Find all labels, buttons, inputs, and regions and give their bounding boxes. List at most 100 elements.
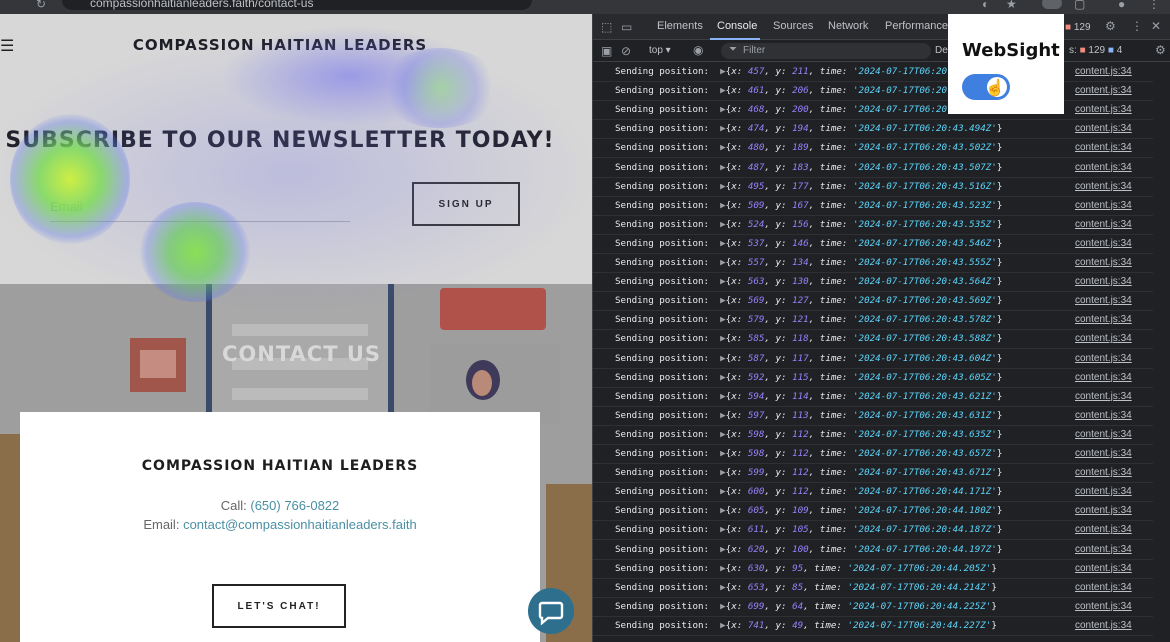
site-brand[interactable]: COMPASSION HAITIAN LEADERS bbox=[0, 36, 560, 54]
log-object[interactable]: {x: 579, y: 121, time: '2024-07-17T06:20… bbox=[726, 314, 1003, 325]
browser-menu-icon[interactable]: ⋮ bbox=[1148, 0, 1160, 11]
profile-avatar[interactable] bbox=[1042, 0, 1062, 9]
log-source-link[interactable]: content.js:34 bbox=[1075, 464, 1132, 482]
tab-console[interactable]: Console bbox=[717, 20, 757, 32]
log-object[interactable]: {x: 620, y: 100, time: '2024-07-17T06:20… bbox=[726, 544, 1003, 555]
log-source-link[interactable]: content.js:34 bbox=[1075, 197, 1132, 215]
log-source-link[interactable]: content.js:34 bbox=[1075, 483, 1132, 501]
log-source-link[interactable]: content.js:34 bbox=[1075, 139, 1132, 157]
errors-badge[interactable]: ■ 129 bbox=[1065, 22, 1091, 33]
filter-placeholder: Filter bbox=[743, 45, 766, 56]
context-selector[interactable]: top ▾ bbox=[649, 45, 671, 56]
log-source-link[interactable]: content.js:34 bbox=[1075, 159, 1132, 177]
log-source-link[interactable]: content.js:34 bbox=[1075, 521, 1132, 539]
log-object[interactable]: {x: 741, y: 49, time: '2024-07-17T06:20:… bbox=[726, 620, 997, 631]
log-object[interactable]: {x: 557, y: 134, time: '2024-07-17T06:20… bbox=[726, 257, 1003, 268]
log-object[interactable]: {x: 600, y: 112, time: '2024-07-17T06:20… bbox=[726, 486, 1003, 497]
log-source-link[interactable]: content.js:34 bbox=[1075, 541, 1132, 559]
log-object[interactable]: {x: 699, y: 64, time: '2024-07-17T06:20:… bbox=[726, 601, 997, 612]
clear-console-icon[interactable]: ⊘ bbox=[621, 44, 631, 58]
log-source-link[interactable]: content.js:34 bbox=[1075, 445, 1132, 463]
console-log-row: Sending position: ▶{x: 592, y: 115, time… bbox=[593, 369, 1153, 388]
log-object[interactable]: {x: 569, y: 127, time: '2024-07-17T06:20… bbox=[726, 295, 1003, 306]
newsletter-email-input[interactable] bbox=[50, 192, 350, 222]
log-object[interactable]: {x: 599, y: 112, time: '2024-07-17T06:20… bbox=[726, 467, 1003, 478]
log-object[interactable]: {x: 457, y: 211, time: '2024-07-17T06:20… bbox=[726, 66, 975, 77]
log-object[interactable]: {x: 598, y: 112, time: '2024-07-17T06:20… bbox=[726, 448, 1003, 459]
more-options-icon[interactable]: ⋮ bbox=[1131, 19, 1143, 33]
log-source-link[interactable]: content.js:34 bbox=[1075, 330, 1132, 348]
address-bar[interactable]: compassionhaitianleaders.faith/contact-u… bbox=[62, 0, 532, 10]
log-source-link[interactable]: content.js:34 bbox=[1075, 82, 1132, 100]
tab-elements[interactable]: Elements bbox=[657, 20, 703, 32]
log-source-link[interactable]: content.js:34 bbox=[1075, 388, 1132, 406]
close-devtools-icon[interactable]: ✕ bbox=[1151, 19, 1161, 33]
log-object[interactable]: {x: 495, y: 177, time: '2024-07-17T06:20… bbox=[726, 181, 1003, 192]
log-object[interactable]: {x: 474, y: 194, time: '2024-07-17T06:20… bbox=[726, 123, 1003, 134]
log-object[interactable]: {x: 605, y: 109, time: '2024-07-17T06:20… bbox=[726, 505, 1003, 516]
log-source-link[interactable]: content.js:34 bbox=[1075, 369, 1132, 387]
reload-icon[interactable]: ↻ bbox=[36, 0, 46, 11]
settings-gear-icon[interactable]: ⚙ bbox=[1105, 19, 1116, 33]
device-toolbar-icon[interactable]: ▭ bbox=[621, 20, 632, 34]
log-source-link[interactable]: content.js:34 bbox=[1075, 273, 1132, 291]
log-object[interactable]: {x: 630, y: 95, time: '2024-07-17T06:20:… bbox=[726, 563, 997, 574]
log-message: Sending position: ▶{x: 605, y: 109, time… bbox=[615, 502, 1002, 520]
sign-up-button[interactable]: SIGN UP bbox=[412, 182, 520, 226]
tab-sources[interactable]: Sources bbox=[773, 20, 813, 32]
extension-icon[interactable]: ◐ bbox=[982, 0, 989, 11]
inspect-element-icon[interactable]: ⬚ bbox=[601, 20, 612, 34]
log-source-link[interactable]: content.js:34 bbox=[1075, 101, 1132, 119]
live-expression-eye-icon[interactable]: ◉ bbox=[693, 43, 703, 57]
log-object[interactable]: {x: 537, y: 146, time: '2024-07-17T06:20… bbox=[726, 238, 1003, 249]
sidebar-toggle-icon[interactable]: ▣ bbox=[601, 44, 612, 58]
log-object[interactable]: {x: 468, y: 200, time: '2024-07-17T06:20… bbox=[726, 104, 975, 115]
bookmark-star-icon[interactable]: ★ bbox=[1006, 0, 1017, 11]
default-levels-dropdown[interactable]: De bbox=[935, 45, 948, 56]
console-settings-icon[interactable]: ⚙ bbox=[1155, 43, 1166, 57]
email-link[interactable]: contact@compassionhaitianleaders.faith bbox=[183, 517, 417, 532]
log-object[interactable]: {x: 524, y: 156, time: '2024-07-17T06:20… bbox=[726, 219, 1003, 230]
log-object[interactable]: {x: 594, y: 114, time: '2024-07-17T06:20… bbox=[726, 391, 1003, 402]
log-source-link[interactable]: content.js:34 bbox=[1075, 579, 1132, 597]
phone-link[interactable]: (650) 766-0822 bbox=[250, 498, 339, 513]
log-y: 211 bbox=[792, 66, 809, 77]
log-object[interactable]: {x: 585, y: 118, time: '2024-07-17T06:20… bbox=[726, 333, 1003, 344]
log-source-link[interactable]: content.js:34 bbox=[1075, 350, 1132, 368]
log-object[interactable]: {x: 598, y: 112, time: '2024-07-17T06:20… bbox=[726, 429, 1003, 440]
chat-widget-button[interactable] bbox=[528, 588, 574, 634]
log-object[interactable]: {x: 592, y: 115, time: '2024-07-17T06:20… bbox=[726, 372, 1003, 383]
log-object[interactable]: {x: 563, y: 130, time: '2024-07-17T06:20… bbox=[726, 276, 1003, 287]
tab-network[interactable]: Network bbox=[828, 20, 868, 32]
log-source-link[interactable]: content.js:34 bbox=[1075, 311, 1132, 329]
log-source-link[interactable]: content.js:34 bbox=[1075, 617, 1132, 635]
log-source-link[interactable]: content.js:34 bbox=[1075, 292, 1132, 310]
user-avatar[interactable]: ● bbox=[1118, 0, 1125, 11]
log-source-link[interactable]: content.js:34 bbox=[1075, 502, 1132, 520]
issues-counter[interactable]: s: ■ 129 ■ 4 bbox=[1069, 45, 1122, 56]
log-object[interactable]: {x: 597, y: 113, time: '2024-07-17T06:20… bbox=[726, 410, 1003, 421]
log-source-link[interactable]: content.js:34 bbox=[1075, 560, 1132, 578]
log-object[interactable]: {x: 509, y: 167, time: '2024-07-17T06:20… bbox=[726, 200, 1003, 211]
log-source-link[interactable]: content.js:34 bbox=[1075, 426, 1132, 444]
console-log-area[interactable]: Sending position: ▶{x: 457, y: 211, time… bbox=[593, 62, 1170, 642]
log-source-link[interactable]: content.js:34 bbox=[1075, 216, 1132, 234]
extensions-icon[interactable]: ▢ bbox=[1074, 0, 1085, 11]
lets-chat-button[interactable]: LET'S CHAT! bbox=[212, 584, 346, 628]
log-source-link[interactable]: content.js:34 bbox=[1075, 254, 1132, 272]
console-filter-input[interactable]: Filter bbox=[721, 43, 931, 59]
email-label: Email: bbox=[143, 517, 180, 532]
tab-performance[interactable]: Performance bbox=[885, 20, 948, 32]
log-source-link[interactable]: content.js:34 bbox=[1075, 178, 1132, 196]
log-source-link[interactable]: content.js:34 bbox=[1075, 63, 1132, 81]
log-source-link[interactable]: content.js:34 bbox=[1075, 598, 1132, 616]
log-object[interactable]: {x: 611, y: 105, time: '2024-07-17T06:20… bbox=[726, 524, 1003, 535]
log-source-link[interactable]: content.js:34 bbox=[1075, 407, 1132, 425]
log-source-link[interactable]: content.js:34 bbox=[1075, 235, 1132, 253]
log-object[interactable]: {x: 587, y: 117, time: '2024-07-17T06:20… bbox=[726, 353, 1003, 364]
log-object[interactable]: {x: 461, y: 206, time: '2024-07-17T06:20… bbox=[726, 85, 975, 96]
log-object[interactable]: {x: 480, y: 189, time: '2024-07-17T06:20… bbox=[726, 142, 1003, 153]
log-source-link[interactable]: content.js:34 bbox=[1075, 120, 1132, 138]
log-object[interactable]: {x: 487, y: 183, time: '2024-07-17T06:20… bbox=[726, 162, 1003, 173]
log-object[interactable]: {x: 653, y: 85, time: '2024-07-17T06:20:… bbox=[726, 582, 997, 593]
